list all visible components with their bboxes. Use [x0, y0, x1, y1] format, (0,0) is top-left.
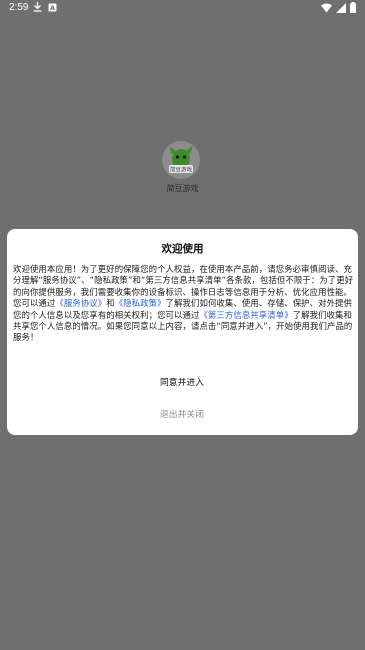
notification-a-icon: A [48, 3, 57, 12]
download-icon [33, 2, 42, 12]
svg-text:A: A [50, 4, 55, 12]
status-left-icons: A [33, 2, 57, 12]
signal-icon [336, 2, 346, 13]
paragraph-text: 您可以通过 [13, 298, 56, 309]
third-party-sharing-list-link[interactable]: 《第三方信息共享清单》 [199, 310, 292, 320]
paragraph-text: 和 [106, 298, 115, 309]
exit-and-close-button[interactable]: 退出并关闭 [127, 406, 237, 424]
status-time: 2:59 [9, 2, 29, 13]
privacy-policy-link[interactable]: 《隐私政策》 [115, 298, 166, 308]
svg-text:简豆游戏: 简豆游戏 [170, 166, 193, 174]
dialog-paragraph-intro: 欢迎使用本应用！为了更好的保障您的个人权益，在使用本产品前，请您务必审慎阅读、充… [13, 264, 354, 297]
status-bar: 2:59 A [0, 0, 365, 16]
agree-and-enter-button[interactable]: 同意并进入 [127, 374, 237, 392]
battery-icon [350, 2, 356, 13]
privacy-dialog: 欢迎使用 欢迎使用本应用！为了更好的保障您的个人权益，在使用本产品前，请您务必审… [7, 229, 358, 435]
wifi-icon [321, 3, 332, 13]
dialog-paragraph-links: 您可以通过《服务协议》和《隐私政策》了解我们如何收集、使用、存储、保护、对外提供… [13, 298, 356, 344]
status-right-icons [321, 2, 356, 13]
app-name: 简豆游戏 [166, 184, 199, 193]
service-agreement-link[interactable]: 《服务协议》 [55, 298, 106, 308]
app-logo: 简豆游戏 [162, 141, 200, 179]
dialog-title: 欢迎使用 [161, 243, 204, 255]
dialog-body: 欢迎使用本应用！为了更好的保障您的个人权益，在使用本产品前，请您务必审慎阅读、充… [13, 264, 356, 344]
